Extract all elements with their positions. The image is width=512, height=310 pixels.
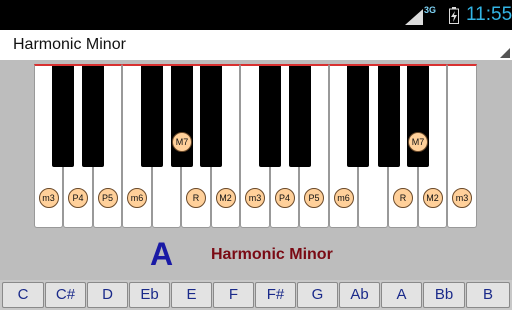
interval-marker: m3 [452, 188, 472, 208]
note-button[interactable]: D [87, 282, 128, 308]
interval-marker: M7 [408, 132, 428, 152]
note-button[interactable]: C# [45, 282, 86, 308]
note-button[interactable]: Eb [129, 282, 170, 308]
interval-marker: m6 [333, 188, 354, 208]
interval-marker: P5 [97, 188, 118, 208]
black-key[interactable] [200, 64, 222, 167]
note-button[interactable]: A [381, 282, 422, 308]
root-note-label: A [150, 236, 174, 272]
battery-icon [449, 7, 459, 24]
network-type: 3G [424, 5, 437, 15]
interval-marker: m6 [127, 188, 147, 208]
dropdown-selected-value: Harmonic Minor [13, 36, 126, 53]
interval-marker: m3 [245, 188, 265, 208]
black-key[interactable] [141, 64, 163, 167]
interval-marker: M2 [215, 188, 236, 208]
root-note-selector: C C# D Eb E F F# G Ab A Bb B [0, 280, 512, 310]
interval-marker: P4 [68, 188, 88, 208]
interval-marker: P5 [304, 188, 324, 208]
note-button[interactable]: F [213, 282, 254, 308]
interval-marker: m3 [38, 188, 59, 208]
black-key[interactable] [52, 64, 74, 167]
note-button[interactable]: G [297, 282, 338, 308]
interval-marker: R [393, 188, 413, 208]
note-button[interactable]: E [171, 282, 212, 308]
interval-marker: M7 [172, 132, 192, 152]
note-button[interactable]: Ab [339, 282, 380, 308]
piano-keyboard: m3 P4 P5 m6 R M2 m3 P4 P5 m6 R M2 m3 M7 M7 [0, 60, 512, 228]
black-key[interactable] [347, 64, 369, 167]
interval-marker: P4 [274, 188, 295, 208]
black-key[interactable] [82, 64, 104, 167]
status-bar: 3G 11:55 [0, 0, 512, 30]
scale-name-label: Harmonic Minor [211, 246, 333, 263]
black-key[interactable] [378, 64, 400, 167]
signal-icon [405, 9, 423, 25]
scale-type-dropdown[interactable]: Harmonic Minor [0, 30, 512, 60]
note-button[interactable]: C [2, 282, 44, 308]
dropdown-arrow-icon [500, 48, 510, 58]
interval-marker: M2 [422, 188, 443, 208]
note-button[interactable]: F# [255, 282, 296, 308]
interval-marker: R [186, 188, 206, 208]
black-key[interactable] [259, 64, 281, 167]
black-key[interactable] [289, 64, 311, 167]
note-button[interactable]: B [466, 282, 510, 308]
note-button[interactable]: Bb [423, 282, 465, 308]
clock: 11:55 [466, 4, 512, 25]
